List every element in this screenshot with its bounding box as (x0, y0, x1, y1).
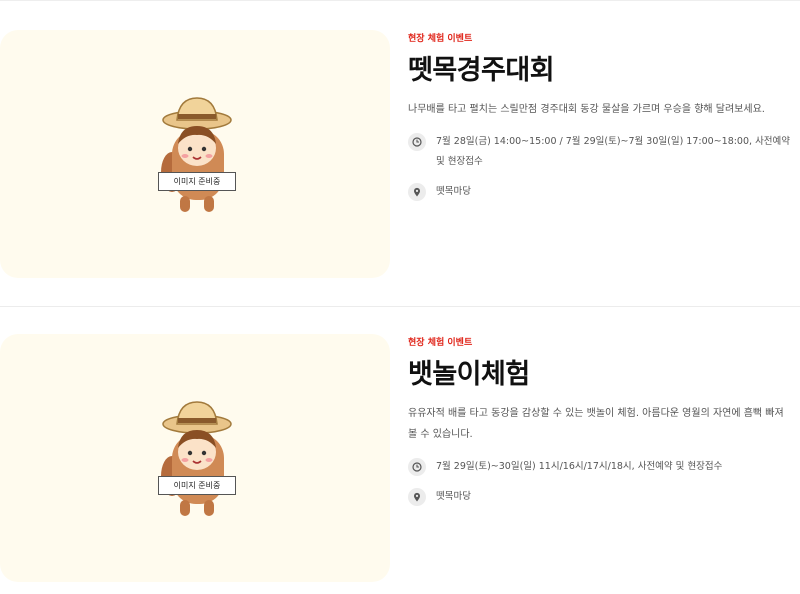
event-thumbnail: 이미지 준비중 (0, 30, 390, 278)
mascot-placeholder-illustration: 이미지 준비중 (150, 90, 244, 220)
map-pin-icon (408, 488, 426, 506)
event-schedule-text: 7월 28일(금) 14:00~15:00 / 7월 29일(토)~7월 30일… (436, 136, 791, 167)
event-info: 현장 체험 이벤트 뗏목경주대회 나무배를 타고 펼치는 스릴만점 경주대회 동… (408, 30, 793, 202)
clock-icon (408, 133, 426, 151)
event-location: 뗏목마당 (408, 182, 793, 202)
image-placeholder-label: 이미지 준비중 (158, 476, 236, 495)
event-badge: 현장 체험 이벤트 (408, 34, 473, 44)
clock-icon (408, 458, 426, 476)
event-schedule: 7월 28일(금) 14:00~15:00 / 7월 29일(토)~7월 30일… (408, 132, 793, 172)
image-placeholder-label: 이미지 준비중 (158, 172, 236, 191)
event-card[interactable]: 이미지 준비중 현장 체험 이벤트 뗏목경주대회 나무배를 타고 펼치는 스릴만… (0, 30, 800, 280)
map-pin-icon (408, 183, 426, 201)
event-description: 나무배를 타고 펼치는 스릴만점 경주대회 동강 물살을 가르며 우승을 향해 … (408, 104, 765, 115)
event-location-text: 뗏목마당 (436, 491, 471, 502)
event-location: 뗏목마당 (408, 487, 793, 507)
event-schedule: 7월 29일(토)~30일(일) 11시/16시/17시/18시, 사전예약 및… (408, 457, 793, 477)
event-title[interactable]: 뱃놀이체험 (408, 359, 793, 391)
event-location-text: 뗏목마당 (436, 186, 471, 197)
event-thumbnail: 이미지 준비중 (0, 334, 390, 582)
mascot-placeholder-illustration: 이미지 준비중 (150, 394, 244, 524)
event-title[interactable]: 뗏목경주대회 (408, 55, 793, 87)
event-badge: 현장 체험 이벤트 (408, 338, 473, 348)
event-divider (0, 306, 800, 307)
event-card[interactable]: 이미지 준비중 현장 체험 이벤트 뱃놀이체험 유유자적 배를 타고 동강을 감… (0, 334, 800, 584)
event-description: 유유자적 배를 타고 동강을 감상할 수 있는 뱃놀이 체험. 아름다운 영월의… (408, 408, 784, 440)
top-border (0, 0, 800, 1)
event-info: 현장 체험 이벤트 뱃놀이체험 유유자적 배를 타고 동강을 감상할 수 있는 … (408, 334, 793, 507)
event-schedule-text: 7월 29일(토)~30일(일) 11시/16시/17시/18시, 사전예약 및… (436, 461, 723, 472)
